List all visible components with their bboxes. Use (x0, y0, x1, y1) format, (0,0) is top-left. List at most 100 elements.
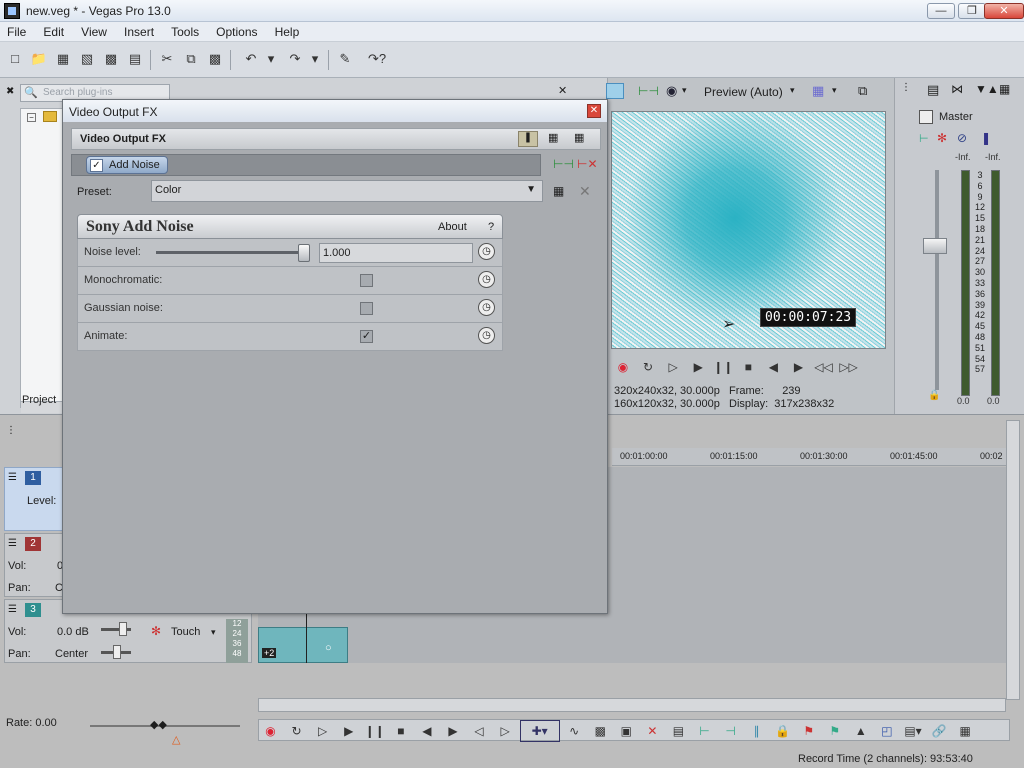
edit-tool-icon[interactable]: ✎ (336, 50, 354, 68)
trim-start-icon[interactable]: ⊢ (693, 721, 716, 741)
record-icon[interactable]: ◉ (259, 721, 282, 741)
automation-mode-label[interactable]: Touch (171, 626, 200, 638)
trim-icon[interactable]: ▤ (667, 721, 690, 741)
horizontal-scrollbar[interactable] (258, 698, 1006, 712)
pan-slider-handle[interactable] (113, 645, 121, 659)
lock-icon[interactable]: 🔒 (928, 390, 940, 401)
marker-icon[interactable]: ⚑ (797, 721, 820, 741)
plugin-enable-checkbox[interactable]: ✓ (90, 159, 103, 172)
view-compact-icon[interactable]: ❚ (518, 131, 538, 147)
redo-dropdown-icon[interactable]: ▾ (306, 50, 324, 68)
fx-dialog-titlebar[interactable]: Video Output FX ✕ (63, 100, 607, 122)
tree-collapse-icon[interactable]: − (27, 113, 36, 122)
pause-icon[interactable]: ❙❙ (712, 360, 734, 374)
time-ruler[interactable]: 00:01:00:00 00:01:15:00 00:01:30:00 00:0… (612, 448, 1006, 466)
dim-output-icon[interactable]: ▼▲ (975, 82, 999, 96)
auto-ripple-icon[interactable]: ▤▾ (902, 721, 925, 741)
lock-icon[interactable]: 🔗 (928, 721, 951, 741)
noise-level-slider[interactable] (156, 251, 306, 254)
close-button[interactable]: ✕ (984, 3, 1024, 19)
loop-icon[interactable]: ↻ (285, 721, 308, 741)
auto-crossfade-icon[interactable]: ◰ (875, 721, 898, 741)
dock-grip-icon[interactable]: ✖ (6, 86, 14, 97)
save-as-icon[interactable]: ▧ (78, 50, 96, 68)
stop-icon[interactable]: ■ (737, 360, 759, 374)
ignore-grouping-icon[interactable]: ▦ (954, 721, 977, 741)
view-split-icon[interactable]: ▦ (548, 131, 558, 144)
dock-grip-icon[interactable]: ⋮ (901, 82, 911, 93)
plugin-chain-icon[interactable]: ⊢⊣ (553, 157, 574, 171)
preview-quality-dropdown[interactable]: Preview (Auto) (704, 85, 783, 99)
mixer-properties-icon[interactable]: ▤ (927, 82, 939, 98)
stop-icon[interactable]: ■ (389, 721, 412, 741)
automation-dropdown-icon[interactable]: ▾ (211, 627, 216, 638)
track-minimize-icon[interactable]: ☰ (8, 472, 17, 483)
vertical-scrollbar[interactable] (1006, 420, 1020, 700)
selection-tool-icon[interactable]: ▩ (589, 721, 612, 741)
track-fx-icon[interactable]: ✻ (151, 624, 161, 638)
master-fader-track[interactable] (935, 170, 939, 390)
split-screen-icon[interactable]: ⊢⊣ (638, 84, 659, 98)
minimize-button[interactable]: — (927, 3, 955, 19)
monochromatic-checkbox[interactable] (360, 274, 373, 287)
help-button[interactable]: ? (488, 221, 494, 233)
overlays-dropdown-icon[interactable]: ▾ (682, 85, 687, 96)
play-from-start-icon[interactable]: ▷ (311, 721, 334, 741)
copy-snapshot-icon[interactable]: ⧉ (858, 83, 867, 99)
audio-clip[interactable]: +2 ○ (258, 627, 348, 663)
menu-tools[interactable]: Tools (164, 22, 206, 39)
mute-icon[interactable]: ⊘ (957, 131, 967, 145)
previous-frame-icon[interactable]: ◁ (468, 721, 491, 741)
app-icon[interactable] (4, 3, 20, 19)
record-icon[interactable]: ◉ (612, 360, 634, 374)
previous-frame-icon[interactable]: ◁◁ (813, 360, 835, 374)
maximize-button[interactable]: ❐ (958, 3, 986, 19)
preset-select[interactable]: Color ▼ (151, 180, 543, 202)
menu-file[interactable]: File (0, 22, 33, 39)
play-from-start-icon[interactable]: ▷ (662, 360, 684, 374)
animate-param-icon[interactable]: ◷ (478, 243, 495, 260)
rate-slider-handle[interactable]: ◆◆ (150, 718, 167, 731)
redo-icon[interactable]: ↷ (286, 50, 304, 68)
whats-this-icon[interactable]: ↷? (368, 50, 386, 68)
split-icon[interactable]: ∥ (745, 721, 768, 741)
render-icon[interactable]: ▩ (102, 50, 120, 68)
about-button[interactable]: About (438, 221, 467, 233)
loop-icon[interactable]: ↻ (637, 360, 659, 374)
play-icon[interactable]: ▶ (337, 721, 360, 741)
go-to-start-icon[interactable]: ◀ (415, 721, 438, 741)
next-frame-icon[interactable]: ▷ (494, 721, 517, 741)
menu-view[interactable]: View (74, 22, 114, 39)
track-minimize-icon[interactable]: ☰ (8, 604, 17, 615)
zoom-tool-icon[interactable]: ▣ (615, 721, 638, 741)
animate-checkbox[interactable]: ✓ (360, 330, 373, 343)
animate-param-icon[interactable]: ◷ (478, 299, 495, 316)
menu-help[interactable]: Help (268, 22, 307, 39)
meter-options-icon[interactable]: ▦ (999, 82, 1010, 96)
insert-fx-icon[interactable]: ⊢ (919, 132, 929, 145)
delete-preset-icon[interactable]: ✕ (579, 183, 591, 200)
close-icon[interactable]: ✕ (558, 84, 567, 97)
open-icon[interactable]: 📁 (30, 50, 48, 68)
solo-icon[interactable]: ❚ (981, 131, 991, 145)
undo-dropdown-icon[interactable]: ▾ (262, 50, 280, 68)
animate-param-icon[interactable]: ◷ (478, 271, 495, 288)
master-bus-icon[interactable] (919, 110, 933, 124)
grid-dropdown-icon[interactable]: ▾ (832, 85, 837, 96)
clip-event-fx-icon[interactable]: ○ (325, 642, 332, 654)
view-full-icon[interactable]: ▦ (574, 131, 584, 144)
play-icon[interactable]: ▶ (687, 360, 709, 374)
go-to-end-icon[interactable]: ▶ (441, 721, 464, 741)
master-fader-handle[interactable] (923, 238, 947, 254)
properties-icon[interactable]: ▤ (126, 50, 144, 68)
menu-edit[interactable]: Edit (36, 22, 71, 39)
pause-icon[interactable]: ❙❙ (363, 721, 386, 741)
plugin-add-noise-button[interactable]: ✓ Add Noise (86, 156, 168, 174)
undo-icon[interactable]: ↶ (242, 50, 260, 68)
preview-quality-arrow-icon[interactable]: ▾ (790, 85, 795, 96)
go-to-end-icon[interactable]: ▶ (787, 360, 809, 374)
track-minimize-icon[interactable]: ☰ (8, 538, 17, 549)
copy-icon[interactable]: ⧉ (182, 50, 200, 68)
remove-plugin-icon[interactable]: ⊢✕ (577, 157, 598, 171)
save-preset-icon[interactable]: ▦ (553, 184, 564, 198)
